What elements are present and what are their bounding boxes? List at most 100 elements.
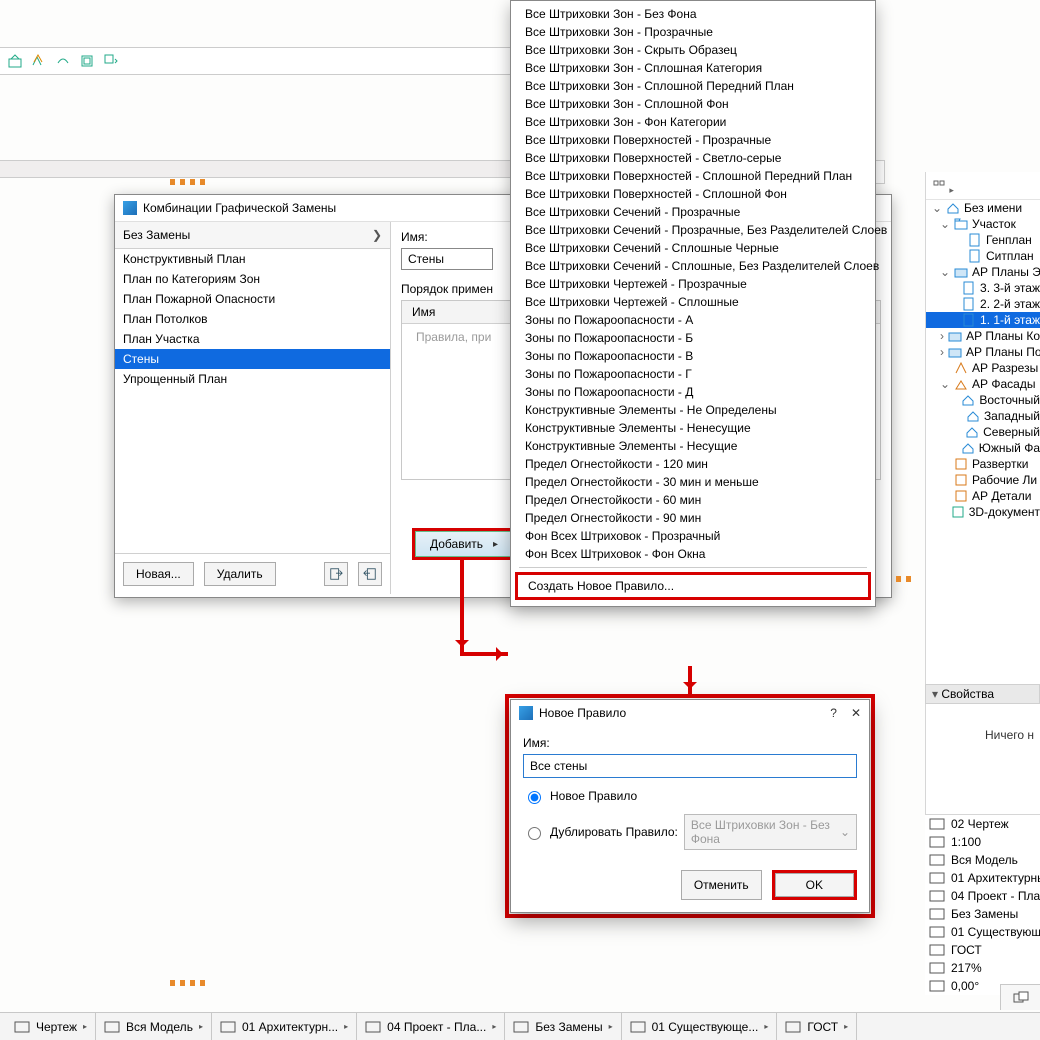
status-cell[interactable]: ГОСТ▸ — [777, 1013, 857, 1040]
dropdown-item[interactable]: Все Штриховки Поверхностей - Светло-серы… — [511, 149, 875, 167]
radio-dup[interactable] — [528, 827, 541, 840]
properties-header[interactable]: ▾ Свойства — [925, 684, 1040, 704]
tree-item[interactable]: Южный Фа — [926, 440, 1040, 456]
combo-item[interactable]: План по Категориям Зон — [115, 269, 390, 289]
tree-item[interactable]: 2. 2-й этаж — [926, 296, 1040, 312]
status-cell[interactable]: Вся Модель▸ — [96, 1013, 212, 1040]
quick-option-row[interactable]: 02 Чертеж — [925, 815, 1040, 833]
dropdown-item[interactable]: Все Штриховки Сечений - Сплошные, Без Ра… — [511, 257, 875, 275]
tree-item[interactable]: Генплан — [926, 232, 1040, 248]
dropdown-item[interactable]: Все Штриховки Сечений - Сплошные Черные — [511, 239, 875, 257]
quick-option-row[interactable]: Без Замены — [925, 905, 1040, 923]
rules-dropdown[interactable]: Все Штриховки Зон - Без ФонаВсе Штриховк… — [510, 0, 876, 607]
combo-item[interactable]: План Потолков — [115, 309, 390, 329]
combo-item[interactable]: План Пожарной Опасности — [115, 289, 390, 309]
radio-new-row[interactable]: Новое Правило — [523, 788, 857, 804]
status-cell[interactable]: 01 Архитектурн...▸ — [212, 1013, 357, 1040]
dropdown-item[interactable]: Все Штриховки Зон - Прозрачные — [511, 23, 875, 41]
tool-icon-4[interactable] — [78, 52, 96, 70]
dropdown-item[interactable]: Фон Всех Штриховок - Прозрачный — [511, 527, 875, 545]
tree-item[interactable]: Северный — [926, 424, 1040, 440]
tree-item[interactable]: Рабочие Ли — [926, 472, 1040, 488]
rule-name-input[interactable] — [523, 754, 857, 778]
tree-item[interactable]: ›АР Планы По — [926, 344, 1040, 360]
dropdown-item[interactable]: Зоны по Пожароопасности - Д — [511, 383, 875, 401]
dropdown-item[interactable]: Все Штриховки Зон - Без Фона — [511, 5, 875, 23]
tool-icon-5[interactable] — [102, 52, 120, 70]
tree-item[interactable]: АР Разрезы — [926, 360, 1040, 376]
tree-item[interactable]: АР Детали — [926, 488, 1040, 504]
dropdown-item[interactable]: Все Штриховки Зон - Сплошной Фон — [511, 95, 875, 113]
no-override-row[interactable]: Без Замены ❯ — [115, 222, 390, 249]
dropdown-item[interactable]: Зоны по Пожароопасности - Г — [511, 365, 875, 383]
cancel-button[interactable]: Отменить — [681, 870, 762, 900]
status-cell[interactable]: 01 Существующе...▸ — [622, 1013, 778, 1040]
dropdown-item[interactable]: Предел Огнестойкости - 90 мин — [511, 509, 875, 527]
delete-button[interactable]: Удалить — [204, 562, 276, 586]
tree-item[interactable]: 1. 1-й этаж — [926, 312, 1040, 328]
name-field[interactable]: Стены — [401, 248, 493, 270]
tree-item[interactable]: 3D-документ — [926, 504, 1040, 520]
dropdown-item[interactable]: Зоны по Пожароопасности - А — [511, 311, 875, 329]
quick-option-row[interactable]: Вся Модель — [925, 851, 1040, 869]
quick-option-row[interactable]: 217% — [925, 959, 1040, 977]
dropdown-item[interactable]: Все Штриховки Чертежей - Сплошные — [511, 293, 875, 311]
add-button[interactable]: Добавить — [415, 531, 521, 557]
dropdown-item[interactable]: Предел Огнестойкости - 60 мин — [511, 491, 875, 509]
tree-item[interactable]: Восточный — [926, 392, 1040, 408]
dropdown-item[interactable]: Зоны по Пожароопасности - В — [511, 347, 875, 365]
dropdown-item[interactable]: Предел Огнестойкости - 120 мин — [511, 455, 875, 473]
dropdown-item[interactable]: Все Штриховки Зон - Скрыть Образец — [511, 41, 875, 59]
dropdown-item[interactable]: Предел Огнестойкости - 30 мин и меньше — [511, 473, 875, 491]
close-icon[interactable]: ✕ — [851, 706, 861, 720]
dropdown-item[interactable]: Конструктивные Элементы - Несущие — [511, 437, 875, 455]
help-icon[interactable]: ? — [830, 706, 837, 720]
dropdown-item[interactable]: Все Штриховки Чертежей - Прозрачные — [511, 275, 875, 293]
import-button[interactable] — [324, 562, 348, 586]
dropdown-item[interactable]: Все Штриховки Сечений - Прозрачные — [511, 203, 875, 221]
tree-item[interactable]: ⌄АР Фасады — [926, 376, 1040, 392]
dropdown-item[interactable]: Зоны по Пожароопасности - Б — [511, 329, 875, 347]
dropdown-item[interactable]: Все Штриховки Поверхностей - Прозрачные — [511, 131, 875, 149]
tool-icon-3[interactable] — [54, 52, 72, 70]
tool-icon-2[interactable] — [30, 52, 48, 70]
radio-dup-row[interactable]: Дублировать Правило: Все Штриховки Зон -… — [523, 814, 857, 850]
radio-new[interactable] — [528, 791, 541, 804]
quick-option-row[interactable]: 04 Проект - Планы — [925, 887, 1040, 905]
quick-option-row[interactable]: 01 Существующее — [925, 923, 1040, 941]
quick-option-row[interactable]: 01 Архитектурный — [925, 869, 1040, 887]
tree-item[interactable]: Ситплан — [926, 248, 1040, 264]
tree-item[interactable]: ⌄АР Планы Эт — [926, 264, 1040, 280]
dropdown-item[interactable]: Все Штриховки Поверхностей - Сплошной Пе… — [511, 167, 875, 185]
status-cell[interactable]: 04 Проект - Пла...▸ — [357, 1013, 505, 1040]
combo-item[interactable]: Упрощенный План — [115, 369, 390, 389]
export-button[interactable] — [358, 562, 382, 586]
quick-option-row[interactable]: 1:100 — [925, 833, 1040, 851]
combo-list[interactable]: Конструктивный ПланПлан по Категориям Зо… — [115, 249, 390, 553]
tree-item[interactable]: ⌄Участок — [926, 216, 1040, 232]
tree-item[interactable]: Развертки — [926, 456, 1040, 472]
dropdown-item[interactable]: Все Штриховки Поверхностей - Сплошной Фо… — [511, 185, 875, 203]
dropdown-item[interactable]: Конструктивные Элементы - Не Определены — [511, 401, 875, 419]
dropdown-item[interactable]: Все Штриховки Зон - Сплошной Передний Пл… — [511, 77, 875, 95]
tree-item[interactable]: 3. 3-й этаж — [926, 280, 1040, 296]
dropdown-item[interactable]: Фон Всех Штриховок - Фон Окна — [511, 545, 875, 563]
quick-option-row[interactable]: ГОСТ — [925, 941, 1040, 959]
overlap-icon[interactable] — [1000, 984, 1040, 1010]
create-new-rule-item[interactable]: Создать Новое Правило... — [515, 572, 871, 600]
dropdown-item[interactable]: Все Штриховки Зон - Сплошная Категория — [511, 59, 875, 77]
combo-item[interactable]: Конструктивный План — [115, 249, 390, 269]
tool-icon-1[interactable] — [6, 52, 24, 70]
status-cell[interactable]: Чертеж▸ — [6, 1013, 96, 1040]
tree-item[interactable]: Западный — [926, 408, 1040, 424]
tree-root[interactable]: ⌄ Без имени — [926, 200, 1040, 216]
dropdown-item[interactable]: Конструктивные Элементы - Ненесущие — [511, 419, 875, 437]
new-button[interactable]: Новая... — [123, 562, 194, 586]
combo-item[interactable]: Стены — [115, 349, 390, 369]
dropdown-item[interactable]: Все Штриховки Сечений - Прозрачные, Без … — [511, 221, 875, 239]
navigator-toggle[interactable]: ▸ — [926, 176, 1040, 200]
ok-button[interactable]: OK — [775, 873, 854, 897]
dropdown-item[interactable]: Все Штриховки Зон - Фон Категории — [511, 113, 875, 131]
status-cell[interactable]: Без Замены▸ — [505, 1013, 621, 1040]
combo-item[interactable]: План Участка — [115, 329, 390, 349]
